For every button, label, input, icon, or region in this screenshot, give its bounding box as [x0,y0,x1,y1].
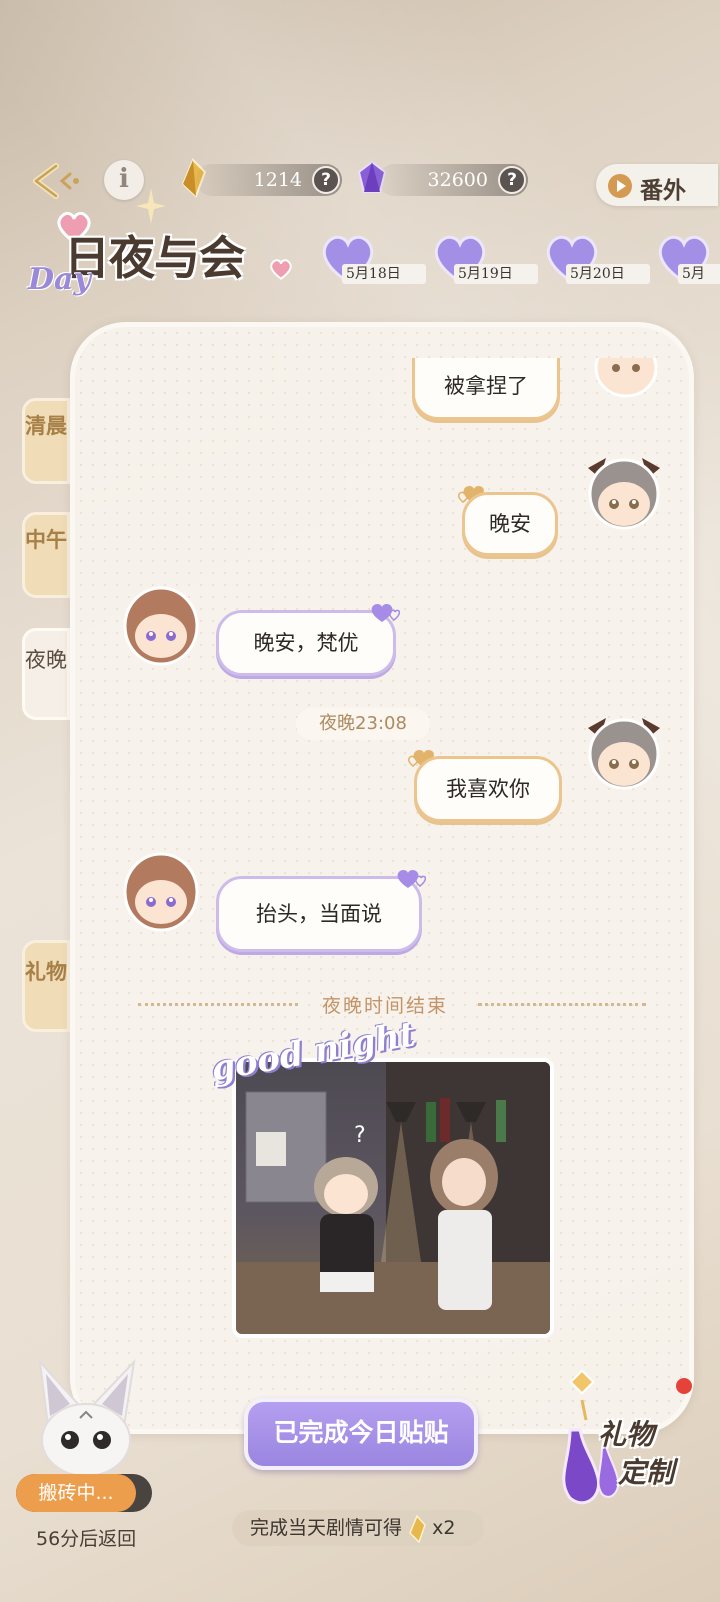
message-bubble-right: 被拿捏了 [412,358,560,420]
reward-text: 完成当天剧情可得 [250,1517,403,1539]
extra-story-label: 番外 [640,177,686,204]
time-badge: 夜晚23:08 [296,708,430,740]
reward-info: 完成当天剧情可得 x2 [232,1510,484,1546]
back-button[interactable] [26,160,82,202]
tab-noon-label: 中午 [25,527,67,552]
gift-custom-button[interactable]: 礼物 定制 [598,1416,674,1492]
message-bubble-left: 晚安，梵优 [216,610,396,676]
tab-morning[interactable]: 清晨 [22,398,70,484]
date-label: 5月 [678,264,720,284]
date-label: 5月20日 [566,264,650,284]
amber-value: 1214 [253,169,302,191]
play-icon [608,174,632,198]
date-item-1[interactable]: 5月18日 [314,232,426,284]
message-bubble-left: 抬头，当面说 [216,876,422,952]
tab-night-label: 夜晚 [25,648,67,672]
purple-value: 32600 [427,169,488,191]
avatar-girl [588,458,660,530]
gift-custom-line1: 礼物 [598,1418,655,1451]
purple-currency: 32600 ? [378,164,528,196]
divider-right [478,1003,646,1006]
message-text: 晚安，梵优 [253,631,359,655]
divider-left [138,1003,298,1006]
logo-title: 日夜与会 [64,231,245,285]
pet-status-label: 搬砖中... [16,1474,136,1512]
tab-gift[interactable]: 礼物 [22,940,70,1032]
tab-morning-label: 清晨 [25,413,67,438]
pet-status-pill[interactable]: 搬砖中... [16,1474,152,1512]
message-bubble-right: 我喜欢你 [414,756,562,822]
goodnight-sticker-image: ? [232,1058,554,1338]
notification-dot [676,1378,692,1394]
message-text: 我喜欢你 [446,777,530,801]
avatar-girl [588,718,660,790]
date-item-4[interactable]: 5月 [650,232,720,284]
pet-return-time: 56分后返回 [36,1528,137,1550]
extra-story-button[interactable]: 番外 [596,164,718,206]
message-bubble-right: 晚安 [462,492,558,556]
gift-custom-line2: 定制 [618,1456,675,1489]
avatar-girl [594,358,658,398]
amber-help-button[interactable]: ? [312,166,340,194]
sticker-illustration: ? [236,1062,550,1334]
avatar-boy [123,852,199,932]
purple-help-button[interactable]: ? [498,166,526,194]
date-label: 5月18日 [342,264,426,284]
back-arrow-icon [33,163,79,199]
sparkle-icon [136,188,166,224]
svg-text:?: ? [354,1123,366,1148]
bubble-heart-icon [397,869,426,888]
completed-today-button[interactable]: 已完成今日贴贴 [244,1398,478,1470]
tab-night[interactable]: 夜晚 [22,628,70,720]
message-text: 被拿捏了 [444,374,528,398]
logo-day: Day [28,262,91,297]
date-item-3[interactable]: 5月20日 [538,232,650,284]
tab-gift-label: 礼物 [25,959,67,984]
message-text: 抬头，当面说 [256,902,382,926]
avatar-boy [123,586,199,666]
logo-small-heart-icon [270,259,292,280]
amber-currency: 1214 ? [196,164,342,196]
bubble-heart-icon [371,603,400,622]
fox-pet-icon[interactable] [30,1356,142,1478]
tab-noon[interactable]: 中午 [22,512,70,598]
amber-gem-icon [409,1514,426,1543]
date-item-2[interactable]: 5月19日 [426,232,538,284]
reward-count: x2 [432,1517,456,1539]
end-of-night-label: 夜晚时间结束 [321,995,448,1017]
message-text: 晚安 [489,512,531,536]
date-label: 5月19日 [454,264,538,284]
